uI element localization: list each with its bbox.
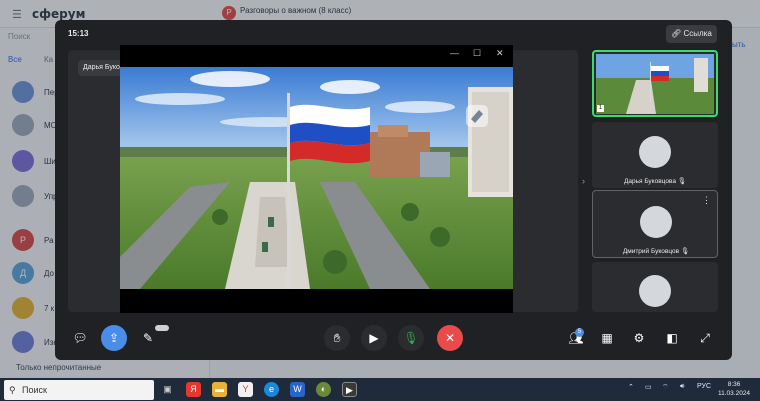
link-icon: 🔗︎	[671, 29, 684, 38]
chevron-up-icon[interactable]: ⌃	[628, 383, 634, 391]
microphone-button[interactable]: 🎙︎	[398, 325, 424, 351]
participant-tile-active[interactable]: 1	[592, 50, 718, 117]
mic-muted-icon: 🎙︎	[680, 248, 690, 255]
clock-date: 11.03.2024	[718, 390, 751, 397]
close-icon[interactable]: ✕	[496, 48, 504, 59]
screen-share-button[interactable]: ⇪	[101, 325, 127, 351]
clock-time: 8:36	[727, 381, 741, 388]
call-timer: 15:13	[68, 29, 89, 38]
hang-up-button[interactable]: ✕	[437, 325, 463, 351]
more-options-icon[interactable]: ⋮	[702, 195, 711, 206]
camera-button[interactable]: ▶	[361, 325, 387, 351]
search-icon: ⚲	[9, 385, 16, 395]
language-indicator[interactable]: РУС	[697, 383, 711, 390]
settings-icon[interactable]: ⚙︎	[626, 325, 652, 351]
edge-icon[interactable]: e	[264, 382, 279, 397]
minimize-icon[interactable]: —	[450, 48, 459, 58]
mic-muted-icon: 🎙︎	[677, 178, 687, 185]
video-bottom-bar	[120, 289, 513, 313]
video-titlebar: — ☐ ✕	[120, 45, 513, 67]
aerial-city-scene	[120, 67, 513, 289]
video-content	[120, 67, 513, 289]
participant-tile[interactable]	[592, 262, 718, 312]
screen-share-icon: 1	[597, 105, 604, 112]
chevron-right-icon[interactable]: ›	[582, 176, 585, 186]
taskbar-search-label: Поиск	[22, 385, 47, 395]
participant-tile[interactable]: ⋮ Дмитрий Буковцов 🎙︎	[592, 190, 718, 258]
pen-toggle[interactable]	[155, 325, 169, 331]
taskbar-clock[interactable]: 8:36 11.03.2024	[718, 380, 750, 398]
participant-name: Дмитрий Буковцов 🎙︎	[622, 248, 690, 255]
word-icon[interactable]: W	[290, 382, 305, 397]
raise-hand-button[interactable]: ✋︎	[324, 325, 350, 351]
network-icon[interactable]: ▭	[645, 383, 652, 391]
picture-in-picture-icon[interactable]: ◧	[659, 325, 685, 351]
file-explorer-icon[interactable]: ▬	[212, 382, 227, 397]
taskbar-search[interactable]: ⚲ Поиск	[4, 380, 154, 400]
avatar	[639, 136, 671, 168]
participant-tile[interactable]: Дарья Буковцова 🎙︎	[592, 122, 718, 188]
volume-icon[interactable]: 🔊︎	[680, 383, 684, 391]
chat-icon[interactable]: 💬︎	[67, 325, 93, 351]
yandex-browser-icon[interactable]: Y	[238, 382, 253, 397]
tile-video-thumbnail	[596, 54, 714, 114]
yandex-icon[interactable]: Я	[186, 382, 201, 397]
fullscreen-icon[interactable]: ⤢	[692, 325, 718, 351]
copy-link-button[interactable]: 🔗︎ Ссылка	[666, 25, 717, 43]
speaker-name-label: Дарья Буко	[78, 60, 124, 76]
grid-layout-icon[interactable]: ▦	[594, 325, 620, 351]
app-icon[interactable]: ◐	[316, 382, 331, 397]
avatar	[639, 275, 671, 307]
maximize-icon[interactable]: ☐	[473, 48, 481, 59]
wifi-icon[interactable]: ⌔	[662, 383, 669, 392]
media-player-icon[interactable]: ▶	[342, 382, 357, 397]
avatar	[640, 206, 672, 238]
participant-count-badge: 5	[575, 328, 584, 337]
shared-video-window: — ☐ ✕	[120, 45, 513, 313]
link-button-label: Ссылка	[683, 29, 712, 38]
participant-name: Дарья Буковцова 🎙︎	[623, 178, 687, 185]
task-view-icon[interactable]: ▣	[160, 382, 175, 397]
